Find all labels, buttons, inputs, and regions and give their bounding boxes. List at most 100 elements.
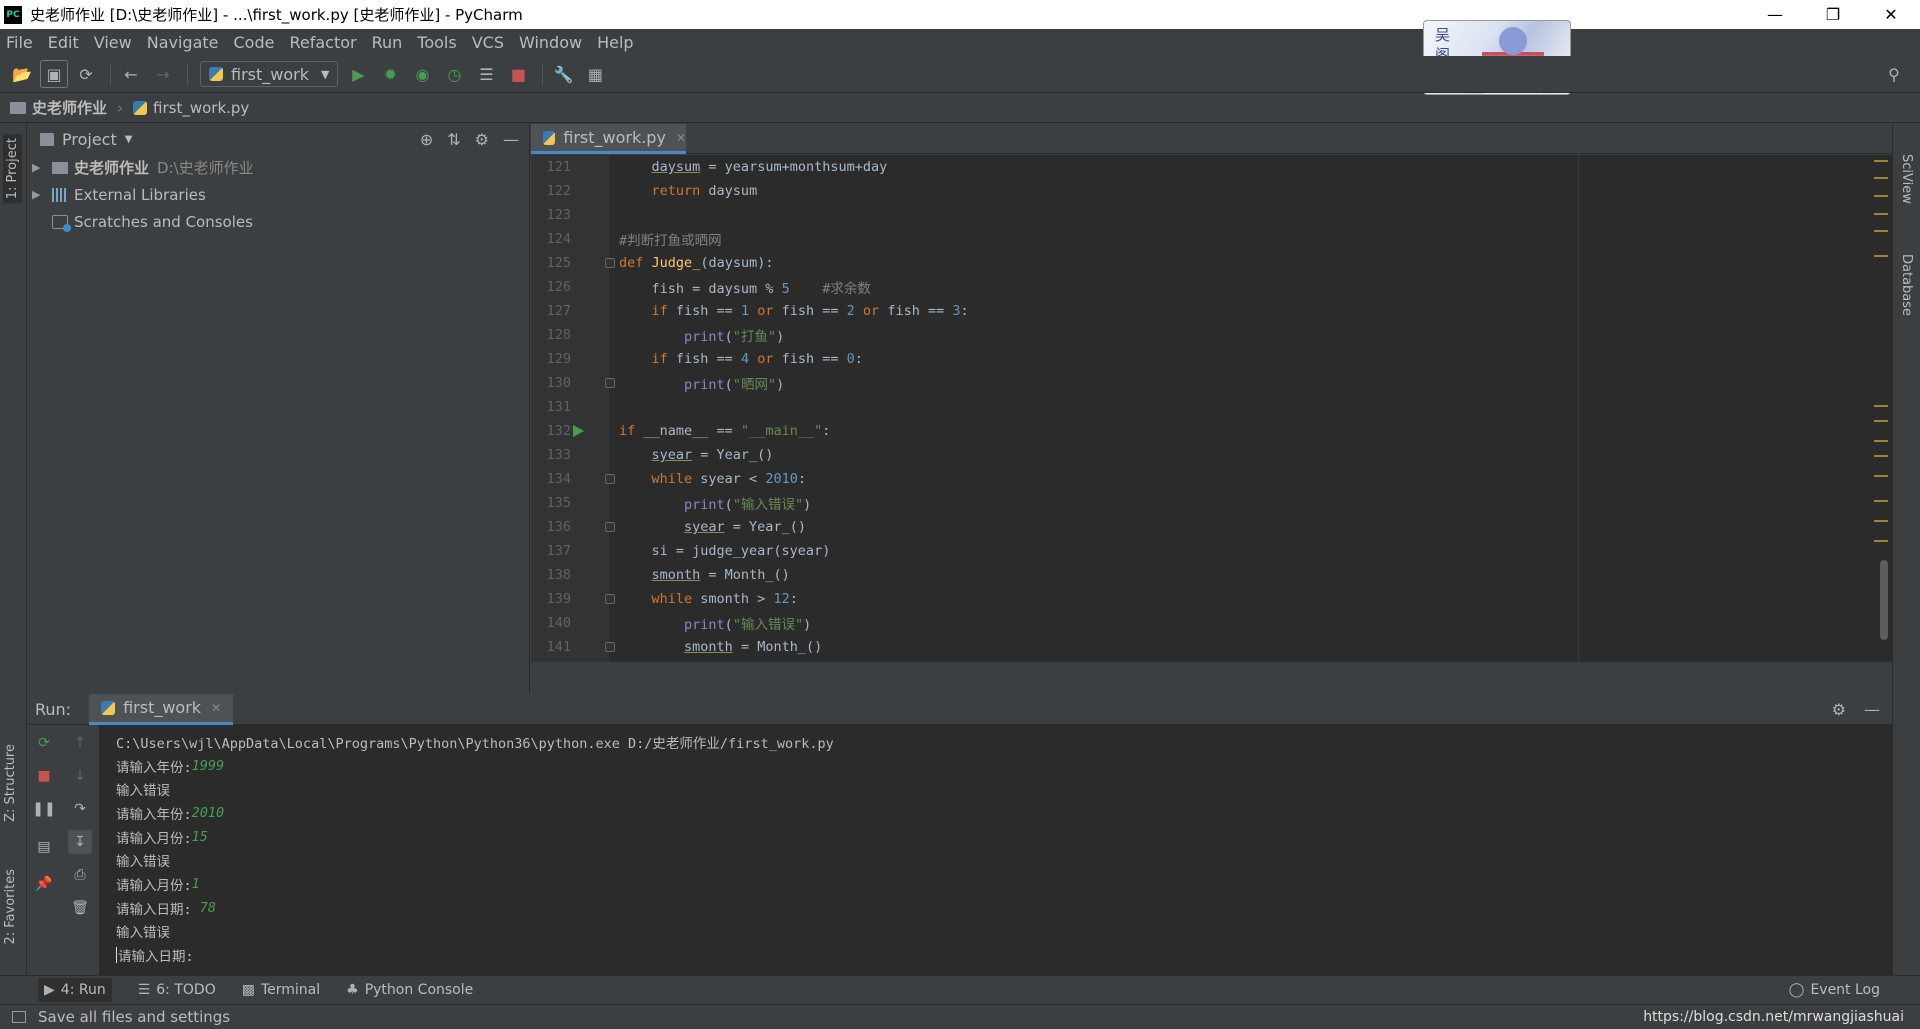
tool-tab-structure[interactable]: Z: Structure (3, 744, 18, 822)
fold-marker-icon[interactable] (605, 594, 615, 604)
tool-window-toggle-icon[interactable] (12, 1011, 26, 1023)
console-output[interactable]: C:\Users\wjl\AppData\Local\Programs\Pyth… (116, 730, 834, 967)
close-button[interactable]: ✕ (1862, 0, 1920, 29)
search-icon[interactable]: ⚲ (1880, 60, 1908, 88)
menu-run[interactable]: Run (372, 33, 403, 52)
tool-tab-favorites[interactable]: 2: Favorites (3, 869, 18, 945)
menu-navigate[interactable]: Navigate (147, 33, 219, 52)
back-icon[interactable]: ← (117, 60, 145, 88)
menu-view[interactable]: View (94, 33, 132, 52)
project-panel-title[interactable]: Project (62, 130, 117, 149)
event-log-button[interactable]: ◯ Event Log (1789, 982, 1880, 998)
tool-tab-todo[interactable]: ☰ 6: TODO (138, 982, 216, 998)
stop-icon[interactable]: ■ (32, 764, 56, 788)
tool-tab-python-console[interactable]: ♣ Python Console (346, 982, 473, 998)
bottom-tool-tabs: ▶ 4: Run ☰ 6: TODO ▩ Terminal ♣ Python Conso… (0, 975, 1920, 1004)
code-line: fish = daysum % 5 #求余数 (619, 281, 871, 297)
tree-item-project[interactable]: ▶ 史老师作业 D:\史老师作业 (28, 154, 529, 181)
tool-tab-terminal[interactable]: ▩ Terminal (242, 982, 320, 998)
warning-marker[interactable] (1874, 177, 1888, 179)
tool-tab-database[interactable]: Database (1899, 254, 1914, 316)
tool-tab-run[interactable]: ▶ 4: Run (38, 978, 112, 1002)
editor-tab-first-work[interactable]: first_work.py ✕ (531, 124, 686, 154)
warning-marker[interactable] (1874, 230, 1888, 232)
warning-marker[interactable] (1874, 213, 1888, 215)
warning-marker[interactable] (1874, 475, 1888, 477)
breadcrumb-project[interactable]: 史老师作业 (10, 97, 107, 118)
hide-icon[interactable]: — (503, 130, 519, 149)
tool-tab-sciview[interactable]: SciView (1899, 154, 1914, 204)
breadcrumb-file[interactable]: first_work.py (133, 99, 249, 117)
code-line: if fish == 1 or fish == 2 or fish == 3: (651, 303, 969, 319)
scrollbar-thumb[interactable] (1880, 560, 1888, 640)
pin-icon[interactable]: 📌 (32, 872, 56, 896)
forward-icon[interactable]: → (149, 60, 177, 88)
warning-marker[interactable] (1874, 405, 1888, 407)
warning-marker[interactable] (1874, 500, 1888, 502)
menu-refactor[interactable]: Refactor (289, 33, 356, 52)
fold-marker-icon[interactable] (605, 642, 615, 652)
expand-arrow-icon[interactable]: ▶ (32, 161, 46, 174)
fold-marker-icon[interactable] (605, 258, 615, 268)
open-folder-icon[interactable]: 📂 (8, 60, 36, 88)
close-icon[interactable]: ✕ (211, 701, 221, 715)
project-structure-icon[interactable]: ▦ (581, 60, 609, 88)
locate-icon[interactable]: ⊕ (420, 130, 433, 149)
gear-icon[interactable]: ⚙ (1832, 700, 1846, 719)
concurrency-icon[interactable]: ☰ (472, 60, 500, 88)
warning-marker[interactable] (1874, 520, 1888, 522)
coverage-icon[interactable]: ◉ (408, 60, 436, 88)
save-all-icon[interactable]: ▣ (40, 60, 68, 88)
fold-marker-icon[interactable] (605, 378, 615, 388)
rerun-icon[interactable]: ⟳ (32, 731, 56, 755)
sync-icon[interactable]: ⟳ (72, 60, 100, 88)
run-gutter-icon[interactable] (573, 425, 584, 437)
warning-marker[interactable] (1874, 455, 1888, 457)
warning-marker[interactable] (1874, 160, 1888, 162)
menu-window[interactable]: Window (519, 33, 582, 52)
menu-help[interactable]: Help (597, 33, 633, 52)
expand-arrow-icon[interactable]: ▶ (32, 188, 46, 201)
trash-icon[interactable]: 🗑 (68, 896, 92, 920)
code-editor[interactable]: 121 daysum = yearsum+monthsum+day 122 re… (531, 155, 1892, 662)
up-arrow-icon[interactable]: ↑ (68, 731, 92, 755)
editor-scrollbar[interactable] (1874, 155, 1888, 662)
stop-icon[interactable]: ■ (504, 60, 532, 88)
minimize-button[interactable]: — (1746, 0, 1804, 29)
restore-button[interactable]: ❐ (1804, 0, 1862, 29)
pause-icon[interactable]: ❚❚ (32, 797, 56, 821)
gear-icon[interactable]: ⚙ (475, 130, 489, 149)
tree-item-scratches[interactable]: Scratches and Consoles (28, 208, 529, 235)
fold-marker-icon[interactable] (605, 474, 615, 484)
soft-wrap-icon[interactable]: ↷ (68, 797, 92, 821)
warning-marker[interactable] (1874, 255, 1888, 257)
layout-icon[interactable]: ▤ (32, 835, 56, 859)
hide-icon[interactable]: — (1864, 700, 1880, 719)
run-config-dropdown[interactable]: first_work ▼ (200, 61, 339, 87)
menu-tools[interactable]: Tools (417, 33, 456, 52)
print-icon[interactable]: ⎙ (68, 863, 92, 887)
warning-marker[interactable] (1874, 440, 1888, 442)
run-tab-first-work[interactable]: first_work ✕ (89, 693, 234, 725)
console-line: 输入错误 (116, 848, 834, 872)
menu-vcs[interactable]: VCS (472, 33, 504, 52)
fold-marker-icon[interactable] (605, 522, 615, 532)
debug-icon[interactable]: ✹ (376, 60, 404, 88)
down-arrow-icon[interactable]: ↓ (68, 764, 92, 788)
chevron-down-icon[interactable]: ▼ (125, 134, 133, 145)
menu-code[interactable]: Code (234, 33, 275, 52)
line-number: 122 (546, 183, 571, 199)
warning-marker[interactable] (1874, 420, 1888, 422)
warning-marker[interactable] (1874, 540, 1888, 542)
collapse-all-icon[interactable]: ⇅ (447, 130, 460, 149)
menu-file[interactable]: File (6, 33, 33, 52)
close-icon[interactable]: ✕ (676, 131, 686, 145)
tool-tab-project[interactable]: 1: Project (3, 134, 22, 204)
warning-marker[interactable] (1874, 195, 1888, 197)
profile-icon[interactable]: ◷ (440, 60, 468, 88)
run-icon[interactable]: ▶ (344, 60, 372, 88)
settings-wrench-icon[interactable]: 🔧 (549, 60, 577, 88)
tree-item-external-libraries[interactable]: ▶ External Libraries (28, 181, 529, 208)
menu-edit[interactable]: Edit (48, 33, 79, 52)
scroll-to-end-icon[interactable]: ↧ (68, 830, 92, 854)
